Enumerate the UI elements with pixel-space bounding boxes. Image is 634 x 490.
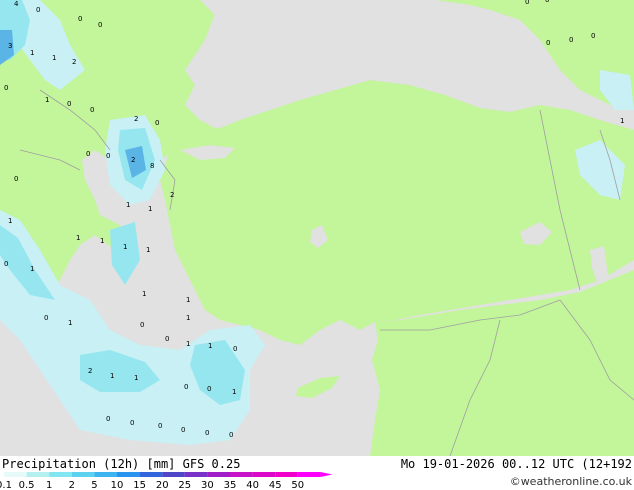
map-value-label: 8 — [150, 162, 154, 170]
map-value-label: 1 — [148, 205, 152, 213]
map-value-label: 0 — [36, 6, 40, 14]
map-value-label: 2 — [72, 58, 76, 66]
precipitation-map: 4 0 0 0 3 1 1 2 0 1 0 0 2 0 0 0 2 8 0 1 1 2 1 1 1 1 1 0 1 1 1 1 0 1 0 0 1 1 0 2… — [0, 0, 634, 457]
map-value-label: 0 — [140, 321, 144, 329]
valid-time: Mo 19-01-2026 00..12 UTC (12+192 — [400, 457, 632, 471]
map-title: Precipitation (12h) [mm] GFS 0.25 — [2, 457, 241, 471]
map-value-label: 0 — [591, 32, 595, 40]
legend-label: 50 — [291, 480, 304, 490]
map-value-label: 1 — [8, 217, 12, 225]
map-value-label: 1 — [232, 388, 236, 396]
legend-swatch — [184, 472, 208, 477]
map-value-label: 0 — [106, 152, 110, 160]
map-value-label: 1 — [68, 319, 72, 327]
map-value-label: 1 — [186, 314, 190, 322]
map-value-label: 0 — [130, 419, 134, 427]
legend-label: 2 — [69, 480, 75, 490]
legend-swatch — [230, 472, 253, 477]
map-value-label: 3 — [8, 42, 12, 50]
legend-label: 35 — [224, 480, 237, 490]
map-canvas: 4 0 0 0 3 1 1 2 0 1 0 0 2 0 0 0 2 8 0 1 1 2 1 1 1 1 1 0 1 1 1 1 0 1 0 0 1 1 0 2… — [0, 0, 634, 457]
map-value-label: 1 — [110, 372, 114, 380]
map-value-label: 0 — [4, 260, 8, 268]
map-value-label: 2 — [88, 367, 92, 375]
map-value-label: 0 — [569, 36, 573, 44]
map-value-label: 1 — [30, 265, 34, 273]
map-value-label: 1 — [45, 96, 49, 104]
legend-label: 25 — [178, 480, 191, 490]
map-value-label: 1 — [620, 117, 624, 125]
legend-label: 10 — [111, 480, 124, 490]
map-value-label: 0 — [545, 0, 549, 4]
map-value-label: 2 — [170, 191, 174, 199]
legend-swatch — [207, 472, 230, 477]
legend-label: 40 — [246, 480, 259, 490]
map-value-label: 1 — [142, 290, 146, 298]
map-value-label: 2 — [131, 156, 135, 164]
map-value-label: 1 — [76, 234, 80, 242]
map-value-label: 0 — [4, 84, 8, 92]
legend-label: 15 — [133, 480, 146, 490]
legend-label: 20 — [156, 480, 169, 490]
legend-label: 30 — [201, 480, 214, 490]
legend-swatch — [162, 472, 185, 477]
legend-swatch — [4, 472, 27, 477]
map-value-label: 1 — [186, 296, 190, 304]
map-value-label: 0 — [233, 345, 237, 353]
legend-arrow — [320, 472, 333, 477]
site-credit[interactable]: ©weatheronline.co.uk — [510, 475, 632, 488]
legend-swatch — [297, 472, 321, 477]
legend-label: 1 — [46, 480, 52, 490]
map-value-label: 1 — [146, 246, 150, 254]
map-value-label: 0 — [181, 426, 185, 434]
map-value-label: 0 — [546, 39, 550, 47]
map-value-label: 0 — [78, 15, 82, 23]
map-value-label: 0 — [155, 119, 159, 127]
map-value-label: 1 — [123, 243, 127, 251]
legend-swatch — [252, 472, 276, 477]
map-value-label: 4 — [14, 0, 19, 8]
map-value-label: 1 — [100, 237, 104, 245]
legend-swatch — [117, 472, 140, 477]
legend-swatch — [71, 472, 95, 477]
legend-swatch — [94, 472, 117, 477]
map-value-label: 2 — [134, 115, 138, 123]
map-value-label: 1 — [126, 201, 130, 209]
map-value-label: 0 — [106, 415, 110, 423]
legend-swatch — [139, 472, 163, 477]
map-value-label: 0 — [67, 100, 71, 108]
map-value-label: 0 — [90, 106, 94, 114]
map-value-label: 1 — [30, 49, 34, 57]
map-value-label: 0 — [98, 21, 102, 29]
map-value-label: 0 — [525, 0, 529, 6]
map-value-label: 0 — [86, 150, 90, 158]
map-value-label: 1 — [208, 342, 212, 350]
legend-label: 0.1 — [0, 480, 12, 490]
legend-swatch — [26, 472, 50, 477]
map-value-label: 0 — [229, 431, 233, 439]
color-legend: 0.10.5125101520253035404550 — [0, 472, 333, 490]
map-value-label: 0 — [207, 385, 211, 393]
map-value-label: 0 — [14, 175, 18, 183]
map-footer: Precipitation (12h) [mm] GFS 0.25 Mo 19-… — [0, 456, 634, 490]
map-value-label: 0 — [44, 314, 48, 322]
map-value-label: 0 — [158, 422, 162, 430]
map-value-label: 1 — [134, 374, 138, 382]
map-value-label: 1 — [186, 340, 190, 348]
legend-label: 45 — [269, 480, 282, 490]
legend-label: 0.5 — [19, 480, 35, 490]
legend-swatch — [49, 472, 72, 477]
legend-label: 5 — [91, 480, 97, 490]
map-value-label: 0 — [205, 429, 209, 437]
map-value-label: 1 — [52, 54, 56, 62]
legend-swatch — [275, 472, 298, 477]
map-value-label: 0 — [165, 335, 169, 343]
map-value-label: 0 — [184, 383, 188, 391]
